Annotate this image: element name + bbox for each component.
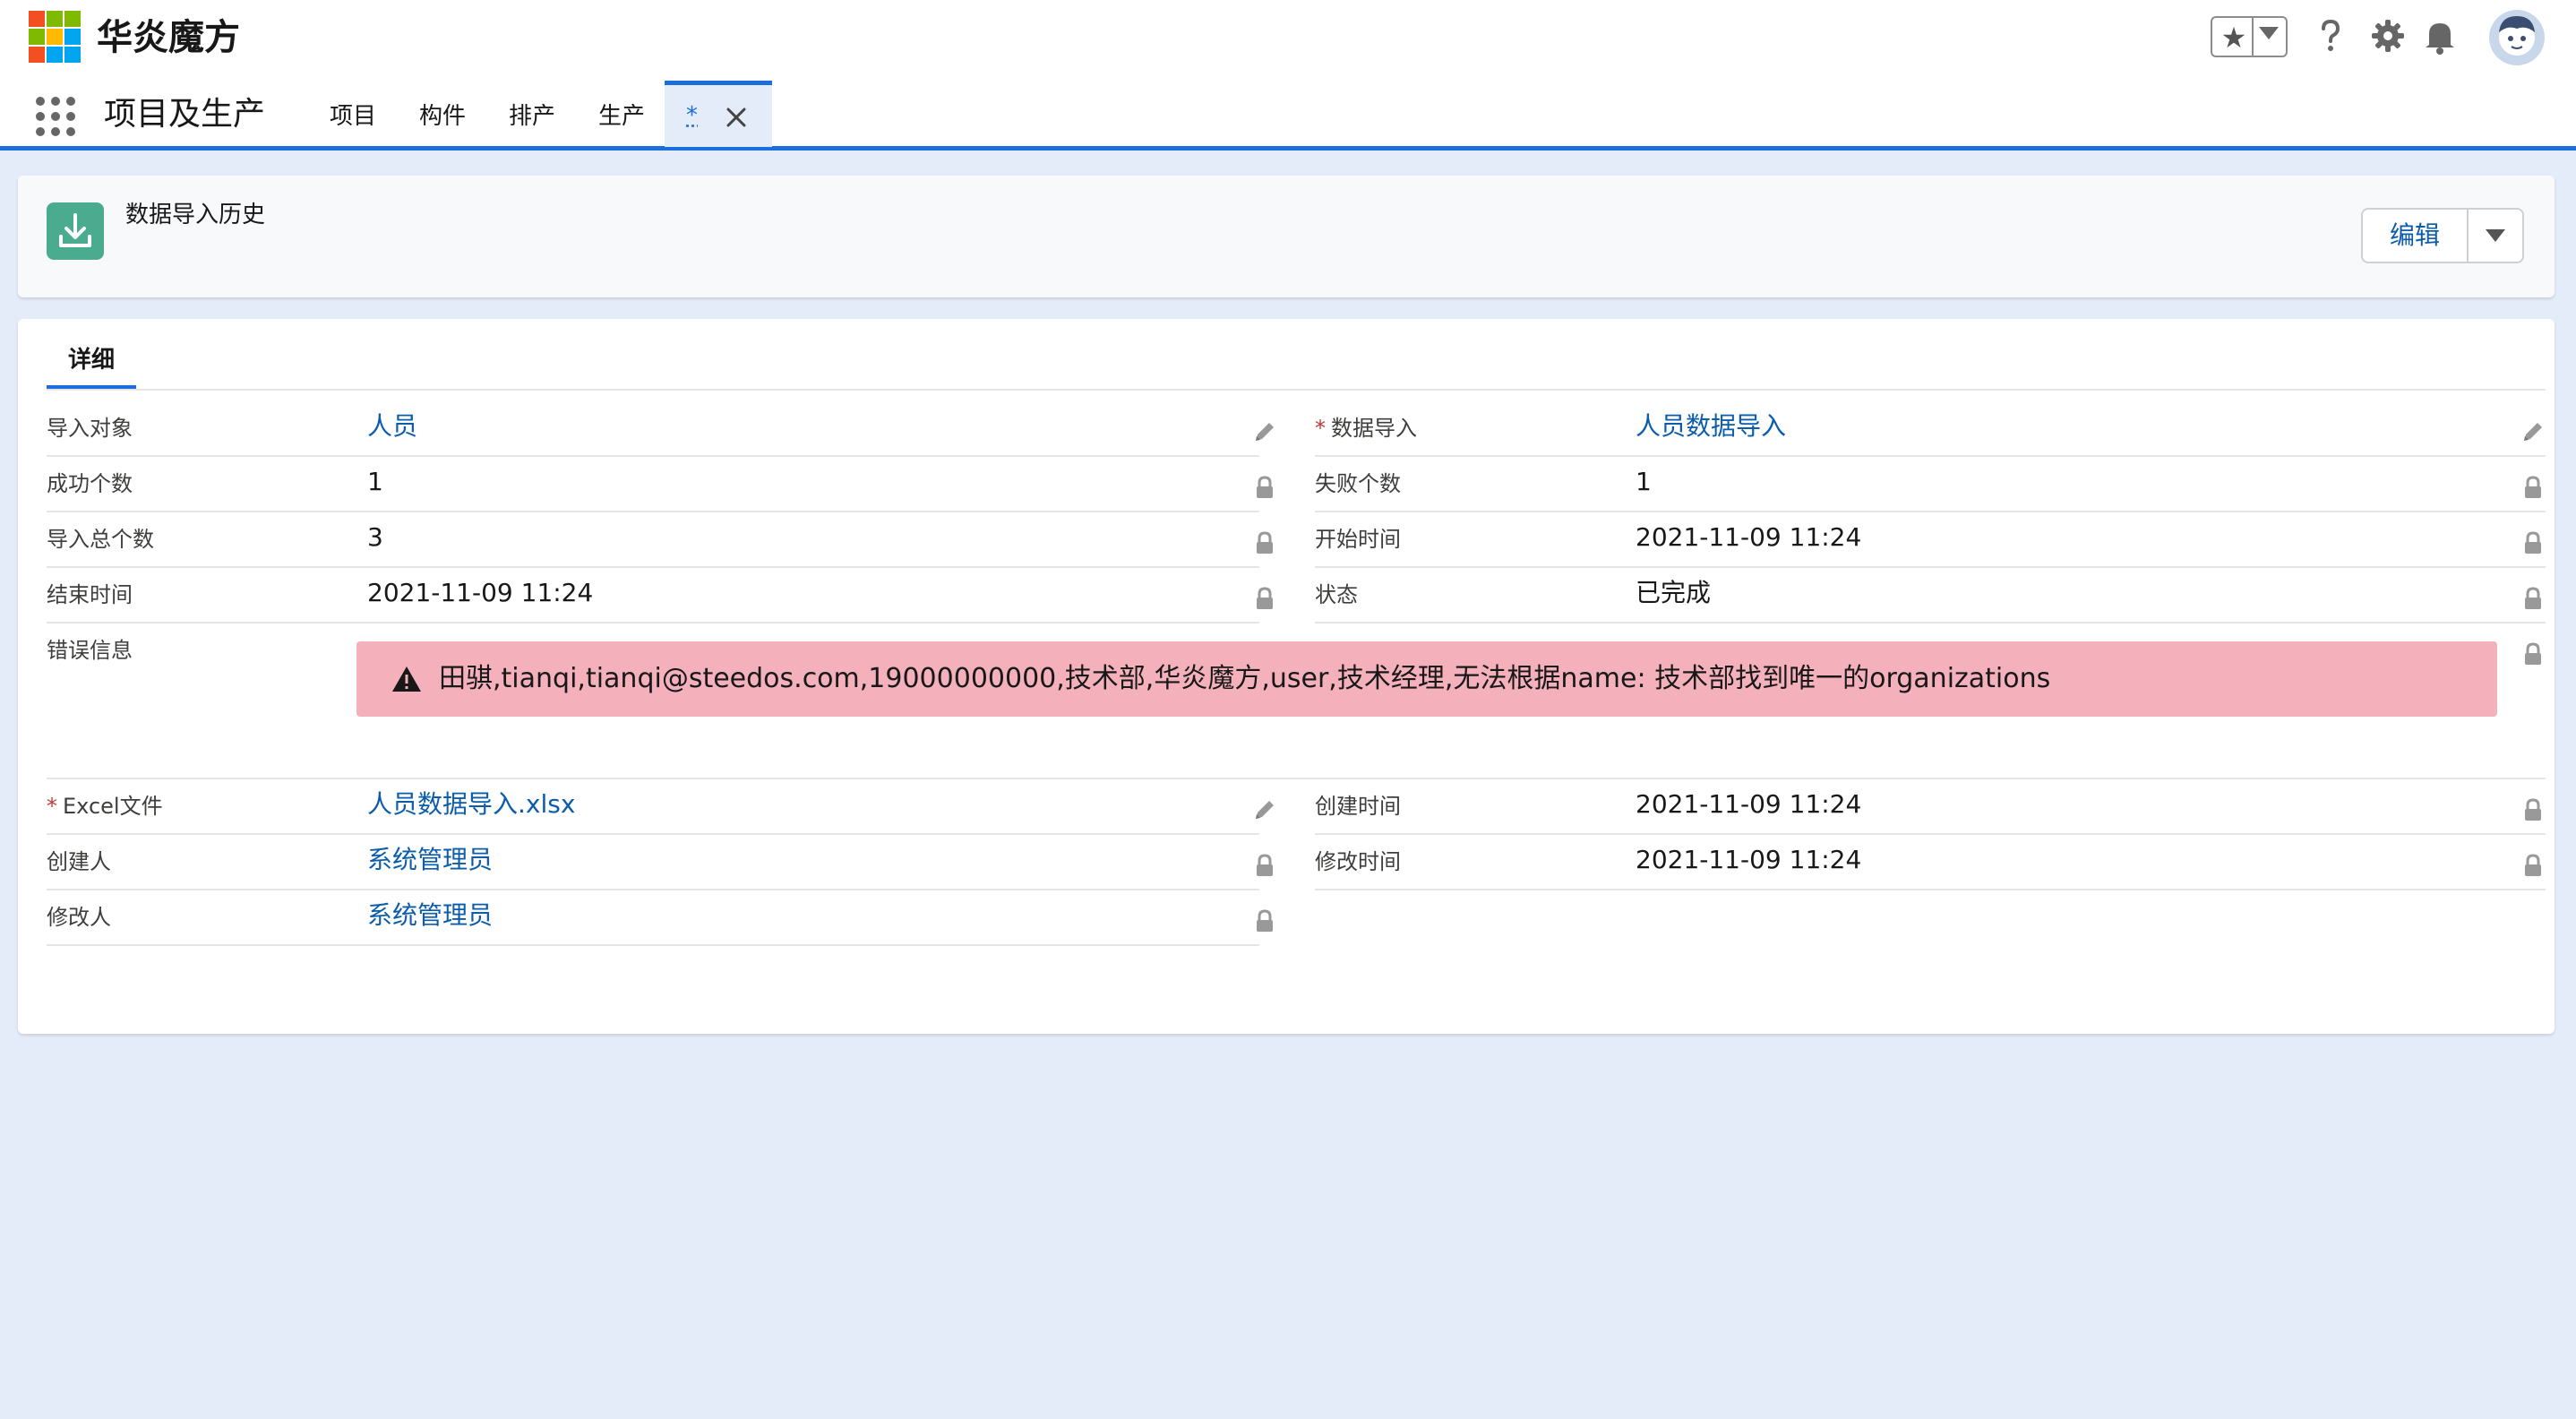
warning-icon bbox=[392, 666, 421, 692]
field-label-text: 数据导入 bbox=[1331, 416, 1417, 441]
field-label: 创建时间 bbox=[1315, 794, 1401, 819]
field-label: 成功个数 bbox=[47, 471, 133, 496]
app-launcher-icon[interactable] bbox=[36, 97, 75, 136]
field-failure-count: 失败个数 1 bbox=[1315, 457, 2546, 512]
field-label: 修改人 bbox=[47, 905, 111, 930]
more-actions-button[interactable] bbox=[2467, 208, 2524, 263]
field-value: 1 bbox=[1636, 467, 1652, 496]
field-modified-time: 修改时间 2021-11-09 11:24 bbox=[1315, 835, 2546, 890]
field-value-link[interactable]: 系统管理员 bbox=[367, 842, 493, 878]
nav-item-scheduling[interactable]: 排产 bbox=[509, 99, 555, 134]
field-label: 导入总个数 bbox=[47, 527, 154, 552]
brand-logo-icon[interactable] bbox=[29, 11, 82, 64]
chevron-down-icon[interactable] bbox=[2259, 27, 2279, 39]
field-value: 2021-11-09 11:24 bbox=[1636, 522, 1862, 552]
lock-icon bbox=[1257, 476, 1273, 498]
field-label-text: Excel文件 bbox=[63, 794, 163, 819]
field-success-count: 成功个数 1 bbox=[47, 457, 1273, 512]
bell-icon[interactable] bbox=[2418, 14, 2461, 57]
field-label: * Excel文件 bbox=[47, 788, 163, 824]
detail-panel: 详细 导入对象 人员 成功个数 1 导入总个数 3 结束时间 2021-11-0… bbox=[18, 319, 2555, 1034]
field-label: 导入对象 bbox=[47, 416, 133, 441]
error-message-box: 田骐,tianqi,tianqi@steedos.com,19000000000… bbox=[356, 641, 2497, 717]
download-icon bbox=[47, 202, 104, 260]
app-name: 项目及生产 bbox=[104, 96, 266, 133]
field-value: 2021-11-09 11:24 bbox=[367, 578, 594, 607]
field-start-time: 开始时间 2021-11-09 11:24 bbox=[1315, 512, 2546, 568]
field-value: 2021-11-09 11:24 bbox=[1636, 845, 1862, 874]
field-value-link[interactable]: 人员 bbox=[367, 408, 417, 444]
field-value: 2021-11-09 11:24 bbox=[1636, 789, 1862, 819]
field-total-count: 导入总个数 3 bbox=[47, 512, 1273, 568]
field-label: 创建人 bbox=[47, 849, 111, 874]
lock-icon bbox=[1257, 909, 1273, 932]
required-marker: * bbox=[1315, 416, 1326, 441]
field-value-link[interactable]: 系统管理员 bbox=[367, 898, 493, 933]
field-label: * 数据导入 bbox=[1315, 410, 1417, 446]
field-label: 错误信息 bbox=[47, 638, 133, 663]
field-data-import: * 数据导入 人员数据导入 bbox=[1315, 401, 2546, 457]
field-label: 状态 bbox=[1315, 582, 1358, 607]
global-header: 华炎魔方 ★ bbox=[0, 0, 2576, 75]
gear-icon[interactable] bbox=[2366, 14, 2409, 57]
error-message-text: 田骐,tianqi,tianqi@steedos.com,19000000000… bbox=[439, 663, 2051, 694]
lock-icon bbox=[2525, 476, 2541, 498]
field-status: 状态 已完成 bbox=[1315, 568, 2546, 624]
field-label: 失败个数 bbox=[1315, 471, 1401, 496]
pencil-icon[interactable] bbox=[1252, 419, 1277, 444]
close-icon[interactable] bbox=[724, 105, 749, 130]
field-value: 已完成 bbox=[1636, 578, 1712, 607]
help-icon[interactable] bbox=[2309, 14, 2352, 57]
field-label: 开始时间 bbox=[1315, 527, 1401, 552]
pencil-icon[interactable] bbox=[1252, 797, 1277, 822]
field-created-by: 创建人 系统管理员 bbox=[47, 835, 1273, 890]
field-label: 修改时间 bbox=[1315, 849, 1401, 874]
lock-icon bbox=[2525, 587, 2541, 609]
lock-icon bbox=[1257, 854, 1273, 876]
nav-item-projects[interactable]: 项目 bbox=[330, 99, 376, 134]
tab-current-record[interactable]: * bbox=[665, 81, 772, 147]
lock-icon bbox=[2525, 854, 2541, 876]
edit-button[interactable]: 编辑 bbox=[2361, 208, 2469, 263]
lock-icon bbox=[2525, 798, 2541, 821]
avatar[interactable] bbox=[2488, 9, 2546, 66]
tab-details[interactable]: 详细 bbox=[47, 339, 154, 390]
favorite-star-icon[interactable]: ★ bbox=[2218, 20, 2250, 56]
favorites-button[interactable]: ★ bbox=[2211, 16, 2288, 57]
tab-current-record-label[interactable]: * bbox=[686, 98, 698, 133]
field-value-link[interactable]: 人员数据导入.xlsx bbox=[367, 787, 575, 822]
record-title: 数据导入历史 bbox=[125, 202, 266, 228]
field-excel-file: * Excel文件 人员数据导入.xlsx bbox=[47, 779, 1274, 835]
tab-divider bbox=[47, 389, 2546, 391]
required-marker: * bbox=[47, 794, 57, 819]
chevron-down-icon bbox=[2486, 229, 2505, 242]
field-value: 1 bbox=[367, 467, 383, 496]
nav-item-production[interactable]: 生产 bbox=[598, 99, 645, 134]
lock-icon bbox=[2525, 531, 2541, 554]
brand-name: 华炎魔方 bbox=[97, 17, 240, 58]
lock-icon bbox=[1257, 531, 1273, 554]
app-navigation: 项目及生产 项目 构件 排产 生产 * bbox=[0, 75, 2576, 150]
field-import-object: 导入对象 人员 bbox=[47, 401, 1274, 457]
field-created-time: 创建时间 2021-11-09 11:24 bbox=[1315, 779, 2546, 835]
tab-details-label[interactable]: 详细 bbox=[68, 342, 115, 378]
favorites-divider bbox=[2252, 18, 2254, 56]
record-header: 数据导入历史 编辑 bbox=[18, 176, 2555, 297]
field-value: 3 bbox=[367, 522, 383, 552]
pencil-icon[interactable] bbox=[2520, 419, 2546, 444]
field-value-link[interactable]: 人员数据导入 bbox=[1636, 408, 1786, 444]
field-end-time: 结束时间 2021-11-09 11:24 bbox=[47, 568, 1273, 624]
lock-icon bbox=[2525, 642, 2541, 665]
field-label: 结束时间 bbox=[47, 582, 133, 607]
field-modified-by: 修改人 系统管理员 bbox=[47, 890, 1273, 946]
lock-icon bbox=[1257, 587, 1273, 609]
nav-item-components[interactable]: 构件 bbox=[419, 99, 466, 134]
